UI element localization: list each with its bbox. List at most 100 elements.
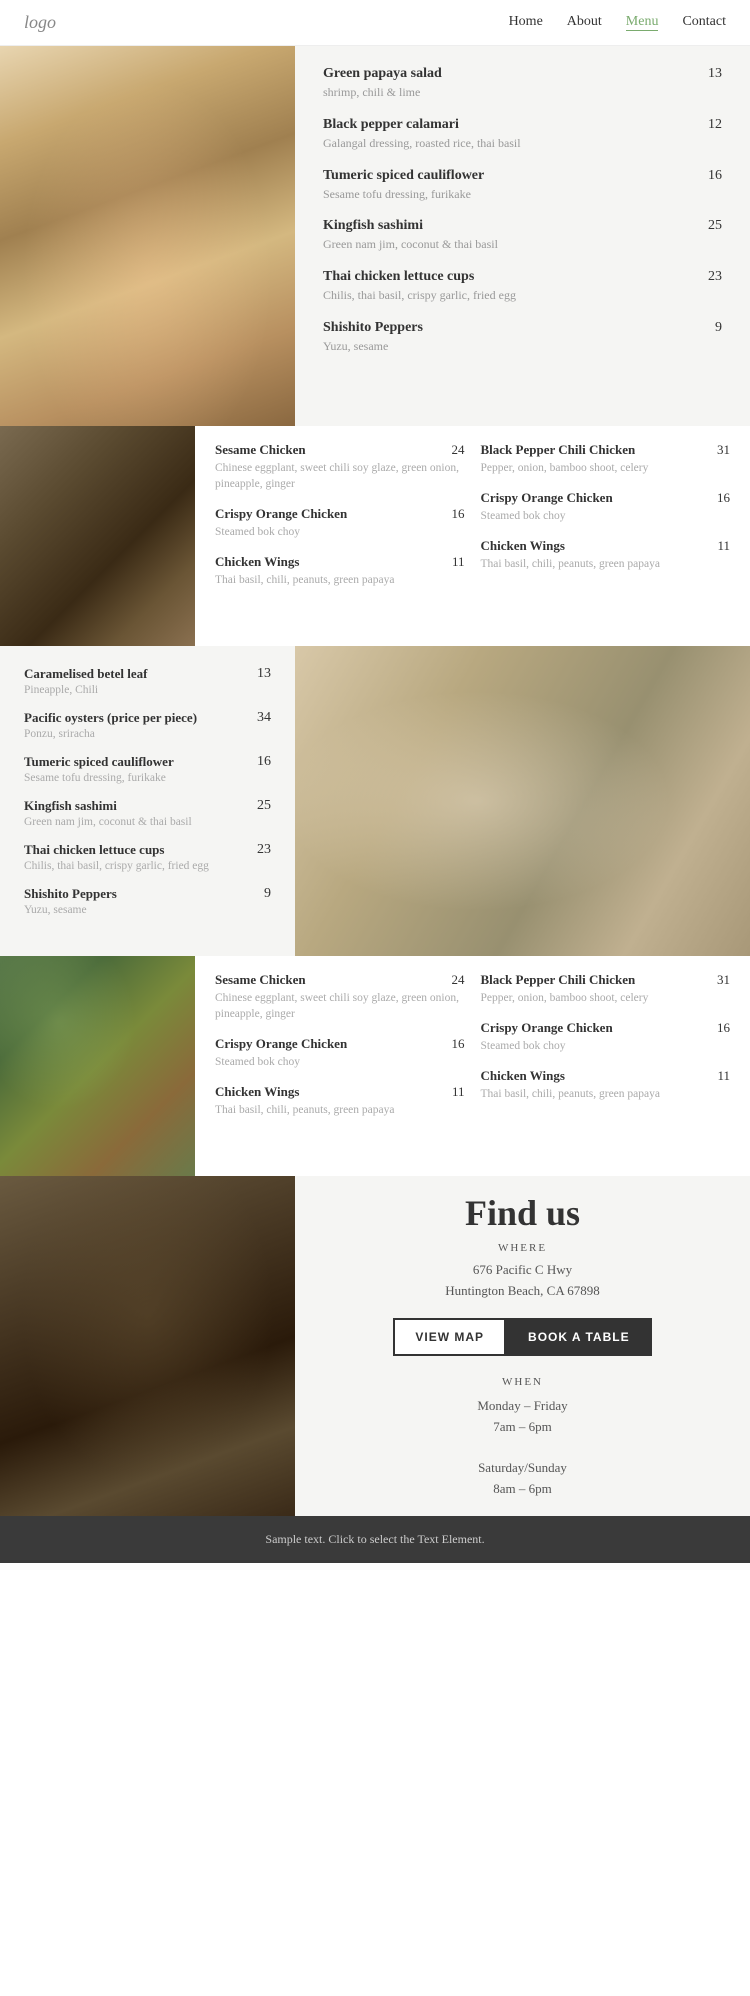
dining-item-header: Crispy Orange Chicken 16 xyxy=(481,1020,731,1036)
menu-item-name: Kingfish sashimi xyxy=(323,218,698,234)
dining-menu-item: Sesame Chicken 24 Chinese eggplant, swee… xyxy=(215,972,465,1022)
menu-item-desc: Galangal dressing, roasted rice, thai ba… xyxy=(323,135,698,152)
dining-item-desc: Steamed bok choy xyxy=(481,1038,731,1054)
menu-item-name: Black pepper calamari xyxy=(323,117,698,133)
outdoor-menu: Sesame Chicken 24 Chinese eggplant, swee… xyxy=(195,956,750,1176)
menu-item-info: Black pepper calamari Galangal dressing,… xyxy=(323,117,698,152)
left-menu-item-desc: Green nam jim, coconut & thai basil xyxy=(24,816,271,828)
left-menu-item-header: Thai chicken lettuce cups 23 xyxy=(24,842,271,858)
dining-item-desc: Steamed bok choy xyxy=(481,508,731,524)
menu-item-name: Green papaya salad xyxy=(323,66,698,82)
dining-menu-item: Crispy Orange Chicken 16 Steamed bok cho… xyxy=(215,1036,465,1070)
dining-item-price: 11 xyxy=(441,1084,465,1100)
dining-item-header: Sesame Chicken 24 xyxy=(215,972,465,988)
find-us-buttons: VIEW MAP BOOK A TABLE xyxy=(393,1318,651,1356)
dining-item-header: Crispy Orange Chicken 16 xyxy=(215,506,465,522)
menu-item-price: 16 xyxy=(698,168,722,203)
footer: Sample text. Click to select the Text El… xyxy=(0,1516,750,1563)
waiter-image xyxy=(0,1176,295,1516)
dining-item-name: Chicken Wings xyxy=(215,1084,441,1100)
dining-item-desc: Thai basil, chili, peanuts, green papaya xyxy=(481,1086,731,1102)
dining-item-price: 11 xyxy=(706,538,730,554)
find-us-when-label: WHEN xyxy=(502,1376,543,1388)
dining-menu-right: Black Pepper Chili Chicken 31 Pepper, on… xyxy=(481,442,731,630)
left-menu-item-name: Shishito Peppers xyxy=(24,886,117,902)
dining-item-desc: Thai basil, chili, peanuts, green papaya xyxy=(215,1102,465,1118)
menu-item: Kingfish sashimi Green nam jim, coconut … xyxy=(323,218,722,253)
view-map-button[interactable]: VIEW MAP xyxy=(393,1318,506,1356)
section-menu-img: Caramelised betel leaf 13 Pineapple, Chi… xyxy=(0,646,750,956)
menu-item-desc: shrimp, chili & lime xyxy=(323,84,698,101)
appetizer-menu-panel: Caramelised betel leaf 13 Pineapple, Chi… xyxy=(0,646,295,956)
menu-item: Green papaya salad shrimp, chili & lime … xyxy=(323,66,722,101)
section-dining: Sesame Chicken 24 Chinese eggplant, swee… xyxy=(0,426,750,646)
address-line2: Huntington Beach, CA 67898 xyxy=(445,1283,600,1298)
dining-item-desc: Thai basil, chili, peanuts, green papaya xyxy=(481,556,731,572)
left-menu-item-name: Pacific oysters (price per piece) xyxy=(24,710,197,726)
dining-item-desc: Pepper, onion, bamboo shoot, celery xyxy=(481,460,731,476)
dining-item-price: 16 xyxy=(441,506,465,522)
address-line1: 676 Pacific C Hwy xyxy=(473,1262,572,1277)
left-menu-item-header: Shishito Peppers 9 xyxy=(24,886,271,902)
dining-item-price: 24 xyxy=(441,972,465,988)
left-menu-item: Thai chicken lettuce cups 23 Chilis, tha… xyxy=(24,842,271,872)
left-menu-item-header: Pacific oysters (price per piece) 34 xyxy=(24,710,271,726)
left-menu-item-desc: Chilis, thai basil, crispy garlic, fried… xyxy=(24,860,271,872)
dining-item-header: Crispy Orange Chicken 16 xyxy=(215,1036,465,1052)
section-hero-menu: Green papaya salad shrimp, chili & lime … xyxy=(0,46,750,426)
dining-item-name: Chicken Wings xyxy=(481,1068,707,1084)
left-menu-item-price: 25 xyxy=(247,798,271,814)
nav-home[interactable]: Home xyxy=(509,14,543,31)
menu-item-info: Kingfish sashimi Green nam jim, coconut … xyxy=(323,218,698,253)
book-table-button[interactable]: BOOK A TABLE xyxy=(506,1318,652,1356)
dining-item-price: 11 xyxy=(706,1068,730,1084)
left-menu-item-price: 16 xyxy=(247,754,271,770)
menu-item: Thai chicken lettuce cups Chilis, thai b… xyxy=(323,269,722,304)
menu-item-desc: Sesame tofu dressing, furikake xyxy=(323,186,698,203)
menu-item-info: Tumeric spiced cauliflower Sesame tofu d… xyxy=(323,168,698,203)
starter-menu-panel: Green papaya salad shrimp, chili & lime … xyxy=(295,46,750,426)
dining-item-desc: Steamed bok choy xyxy=(215,1054,465,1070)
dining-item-desc: Chinese eggplant, sweet chili soy glaze,… xyxy=(215,460,465,492)
dining-item-desc: Thai basil, chili, peanuts, green papaya xyxy=(215,572,465,588)
dining-item-price: 31 xyxy=(706,442,730,458)
find-us-where-label: WHERE xyxy=(498,1242,547,1254)
dining-item-price: 24 xyxy=(441,442,465,458)
nav-contact[interactable]: Contact xyxy=(682,14,726,31)
dining-menu-item: Chicken Wings 11 Thai basil, chili, pean… xyxy=(215,554,465,588)
menu-item-price: 23 xyxy=(698,269,722,304)
left-menu-item: Kingfish sashimi 25 Green nam jim, cocon… xyxy=(24,798,271,828)
menu-item-desc: Chilis, thai basil, crispy garlic, fried… xyxy=(323,287,698,304)
dining-item-price: 16 xyxy=(706,490,730,506)
find-us-title: Find us xyxy=(465,1192,580,1234)
menu-item: Shishito Peppers Yuzu, sesame 9 xyxy=(323,320,722,355)
menu-item: Tumeric spiced cauliflower Sesame tofu d… xyxy=(323,168,722,203)
dining-item-name: Chicken Wings xyxy=(481,538,707,554)
dining-item-name: Crispy Orange Chicken xyxy=(481,490,707,506)
dining-menu-item: Chicken Wings 11 Thai basil, chili, pean… xyxy=(481,538,731,572)
left-menu-item-name: Caramelised betel leaf xyxy=(24,666,147,682)
dining-item-price: 11 xyxy=(441,554,465,570)
dining-item-name: Black Pepper Chili Chicken xyxy=(481,972,707,988)
find-us-hours: Monday – Friday7am – 6pm Saturday/Sunday… xyxy=(477,1396,567,1500)
nav-menu[interactable]: Menu xyxy=(626,14,659,31)
dining-item-name: Black Pepper Chili Chicken xyxy=(481,442,707,458)
left-menu-item-price: 23 xyxy=(247,842,271,858)
dining-item-header: Black Pepper Chili Chicken 31 xyxy=(481,972,731,988)
dining-item-desc: Chinese eggplant, sweet chili soy glaze,… xyxy=(215,990,465,1022)
nav-about[interactable]: About xyxy=(567,14,602,31)
dining-menu-item: Sesame Chicken 24 Chinese eggplant, swee… xyxy=(215,442,465,492)
dining-item-name: Crispy Orange Chicken xyxy=(215,1036,441,1052)
dining-menu-item: Black Pepper Chili Chicken 31 Pepper, on… xyxy=(481,972,731,1006)
menu-item-info: Thai chicken lettuce cups Chilis, thai b… xyxy=(323,269,698,304)
left-menu-item-header: Caramelised betel leaf 13 xyxy=(24,666,271,682)
nav-links: Home About Menu Contact xyxy=(509,14,726,31)
menu-item-desc: Green nam jim, coconut & thai basil xyxy=(323,236,698,253)
dining-menu-item: Chicken Wings 11 Thai basil, chili, pean… xyxy=(215,1084,465,1118)
left-menu-item-desc: Pineapple, Chili xyxy=(24,684,271,696)
dining-item-desc: Pepper, onion, bamboo shoot, celery xyxy=(481,990,731,1006)
menu-item-info: Shishito Peppers Yuzu, sesame xyxy=(323,320,698,355)
left-menu-item-price: 34 xyxy=(247,710,271,726)
dining-menu-item: Crispy Orange Chicken 16 Steamed bok cho… xyxy=(215,506,465,540)
footer-text: Sample text. Click to select the Text El… xyxy=(265,1532,484,1546)
